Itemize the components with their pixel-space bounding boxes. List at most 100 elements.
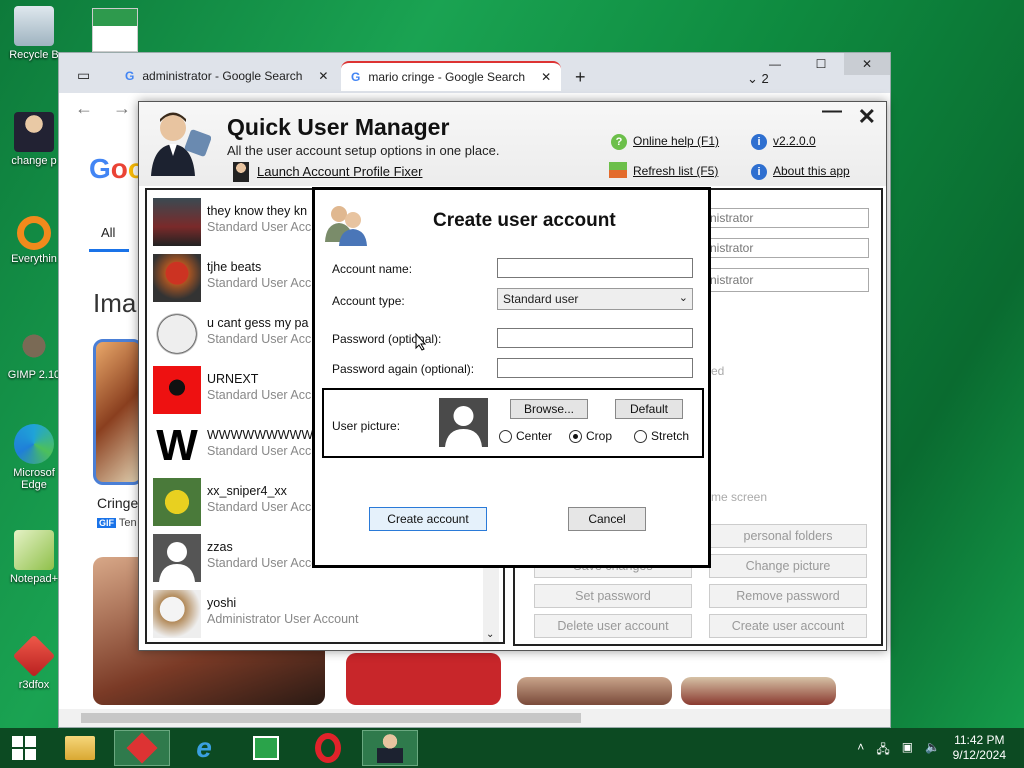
close-icon[interactable]: ✕ bbox=[844, 53, 890, 75]
image-result-4[interactable] bbox=[517, 677, 672, 705]
avatar bbox=[153, 590, 201, 638]
window-controls: — ☐ ✕ bbox=[752, 53, 890, 75]
avatar bbox=[153, 310, 201, 358]
recycle-bin-icon bbox=[14, 6, 54, 46]
desktop-icon-label: Notepad+ bbox=[9, 573, 58, 585]
chevron-down-icon[interactable]: ⌄ bbox=[486, 629, 494, 640]
version-link[interactable]: v2.2.0.0 bbox=[773, 134, 816, 148]
desktop-icon-gimp[interactable]: GIMP 2.10 bbox=[4, 326, 64, 381]
tab-search-icon[interactable]: ▭ bbox=[77, 67, 90, 84]
chevron-up-icon[interactable]: ˄ bbox=[857, 740, 864, 761]
user-picture-group: User picture: Browse... Default Center C… bbox=[322, 388, 704, 458]
desktop-icon-r3dfox[interactable]: r3dfox bbox=[4, 634, 64, 691]
result-title[interactable]: Cringe bbox=[97, 495, 138, 511]
horizontal-scrollbar[interactable] bbox=[59, 709, 890, 727]
tab-administrator[interactable]: G administrator - Google Search ✕ bbox=[115, 61, 338, 91]
desktop-icon-label: Microsof Edge bbox=[13, 467, 55, 491]
qum-header: Quick User Manager All the user account … bbox=[139, 100, 886, 186]
close-icon[interactable]: ✕ bbox=[318, 69, 328, 83]
edge-icon bbox=[14, 424, 54, 464]
taskbar: e ˄ 🖧 ▣ 🔈 11:42 PM 9/12/2024 bbox=[0, 728, 1024, 768]
radio-label: Center bbox=[516, 429, 553, 443]
personal-folders-button[interactable]: personal folders bbox=[709, 524, 867, 548]
image-result-1[interactable] bbox=[93, 339, 143, 485]
taskbar-quick-user-manager[interactable] bbox=[362, 730, 418, 766]
create-account-button[interactable]: Create account bbox=[369, 507, 487, 531]
dialog-title: Create user account bbox=[433, 210, 616, 231]
internet-explorer-icon: e bbox=[196, 732, 212, 763]
taskbar-opera[interactable] bbox=[306, 730, 350, 766]
account-name-label: Account name: bbox=[332, 262, 413, 276]
system-clock[interactable]: 11:42 PM 9/12/2024 bbox=[953, 733, 1006, 763]
remove-password-button[interactable]: Remove password bbox=[709, 584, 867, 608]
account-type-select[interactable]: Standard user ⌄ bbox=[497, 288, 693, 310]
tab-mario-cringe[interactable]: G mario cringe - Google Search ✕ bbox=[341, 61, 562, 91]
detail-field-1[interactable]: nistrator bbox=[705, 208, 869, 228]
display-icon[interactable]: ▣ bbox=[902, 740, 913, 761]
radio-stretch[interactable]: Stretch bbox=[634, 429, 689, 443]
taskbar-store[interactable] bbox=[244, 730, 288, 766]
image-result-5[interactable] bbox=[681, 677, 836, 705]
refresh-list-link[interactable]: Refresh list (F5) bbox=[633, 164, 718, 178]
radio-dot-selected bbox=[569, 429, 582, 443]
taskbar-internet-explorer[interactable]: e bbox=[182, 730, 226, 766]
forward-icon[interactable]: → bbox=[113, 98, 131, 119]
desktop-icon-edge[interactable]: Microsof Edge bbox=[4, 424, 64, 491]
desktop-icon-everything[interactable]: Everythin bbox=[4, 216, 64, 265]
create-user-account-button[interactable]: Create user account bbox=[709, 614, 867, 638]
radio-crop[interactable]: Crop bbox=[569, 429, 612, 443]
opera-icon bbox=[315, 733, 341, 763]
refresh-icon bbox=[609, 162, 627, 178]
network-icon[interactable]: 🖧 bbox=[876, 740, 889, 761]
start-button[interactable] bbox=[2, 730, 46, 766]
google-tab-all[interactable]: All bbox=[101, 225, 115, 240]
scrollbar-thumb[interactable] bbox=[81, 713, 581, 723]
new-tab-button[interactable]: + bbox=[575, 67, 586, 88]
avatar bbox=[153, 254, 201, 302]
delete-user-account-button[interactable]: Delete user account bbox=[534, 614, 692, 638]
online-help-link[interactable]: Online help (F1) bbox=[633, 134, 719, 148]
about-app-link[interactable]: About this app bbox=[773, 164, 850, 178]
back-icon[interactable]: ← bbox=[75, 98, 93, 119]
desktop-icon-label: change p bbox=[11, 155, 57, 167]
result-source: GIF Ten bbox=[97, 517, 137, 529]
close-icon[interactable]: ✕ bbox=[541, 70, 551, 84]
source-name: Ten bbox=[118, 517, 137, 529]
list-item[interactable]: yoshi Administrator User Account bbox=[153, 590, 493, 642]
faint-option-text: ed bbox=[711, 364, 725, 378]
user-type: Standard User Acc bbox=[207, 332, 312, 346]
desktop-icon-change-p[interactable]: change p bbox=[4, 112, 64, 167]
faint-option-text: me screen bbox=[711, 490, 768, 504]
set-password-button[interactable]: Set password bbox=[534, 584, 692, 608]
user-manager-icon bbox=[377, 733, 403, 763]
tab-label: administrator - Google Search bbox=[142, 69, 303, 83]
default-button[interactable]: Default bbox=[615, 399, 683, 419]
avatar bbox=[153, 198, 201, 246]
user-manager-logo-icon bbox=[147, 110, 212, 176]
radio-dot bbox=[634, 429, 647, 443]
desktop-file-thumbnail[interactable] bbox=[92, 8, 138, 52]
user-type: Standard User Acc bbox=[207, 388, 312, 402]
volume-icon[interactable]: 🔈 bbox=[925, 740, 940, 761]
account-name-input[interactable] bbox=[497, 258, 693, 278]
browse-button[interactable]: Browse... bbox=[510, 399, 588, 419]
desktop-icon-recycle-bin[interactable]: Recycle B bbox=[4, 6, 64, 61]
password-again-input[interactable] bbox=[497, 358, 693, 378]
taskbar-file-explorer[interactable] bbox=[58, 730, 102, 766]
cancel-button[interactable]: Cancel bbox=[568, 507, 646, 531]
minimize-icon[interactable]: — bbox=[752, 53, 798, 75]
minimize-icon[interactable]: — bbox=[822, 100, 842, 123]
change-picture-button[interactable]: Change picture bbox=[709, 554, 867, 578]
launch-profile-fixer-link[interactable]: Launch Account Profile Fixer bbox=[257, 164, 422, 179]
password-input[interactable] bbox=[497, 328, 693, 348]
radio-center[interactable]: Center bbox=[499, 429, 552, 443]
maximize-icon[interactable]: ☐ bbox=[798, 53, 844, 75]
taskbar-r3dfox[interactable] bbox=[114, 730, 170, 766]
detail-select[interactable]: nistrator bbox=[705, 268, 869, 292]
desktop-icon-label: GIMP 2.10 bbox=[7, 369, 61, 381]
detail-field-2[interactable]: nistrator bbox=[705, 238, 869, 258]
image-result-3[interactable] bbox=[346, 653, 501, 705]
create-user-dialog: Create user account Account name: Accoun… bbox=[312, 187, 711, 568]
close-icon[interactable]: ✕ bbox=[858, 104, 876, 130]
desktop-icon-notepad[interactable]: Notepad+ bbox=[4, 530, 64, 585]
